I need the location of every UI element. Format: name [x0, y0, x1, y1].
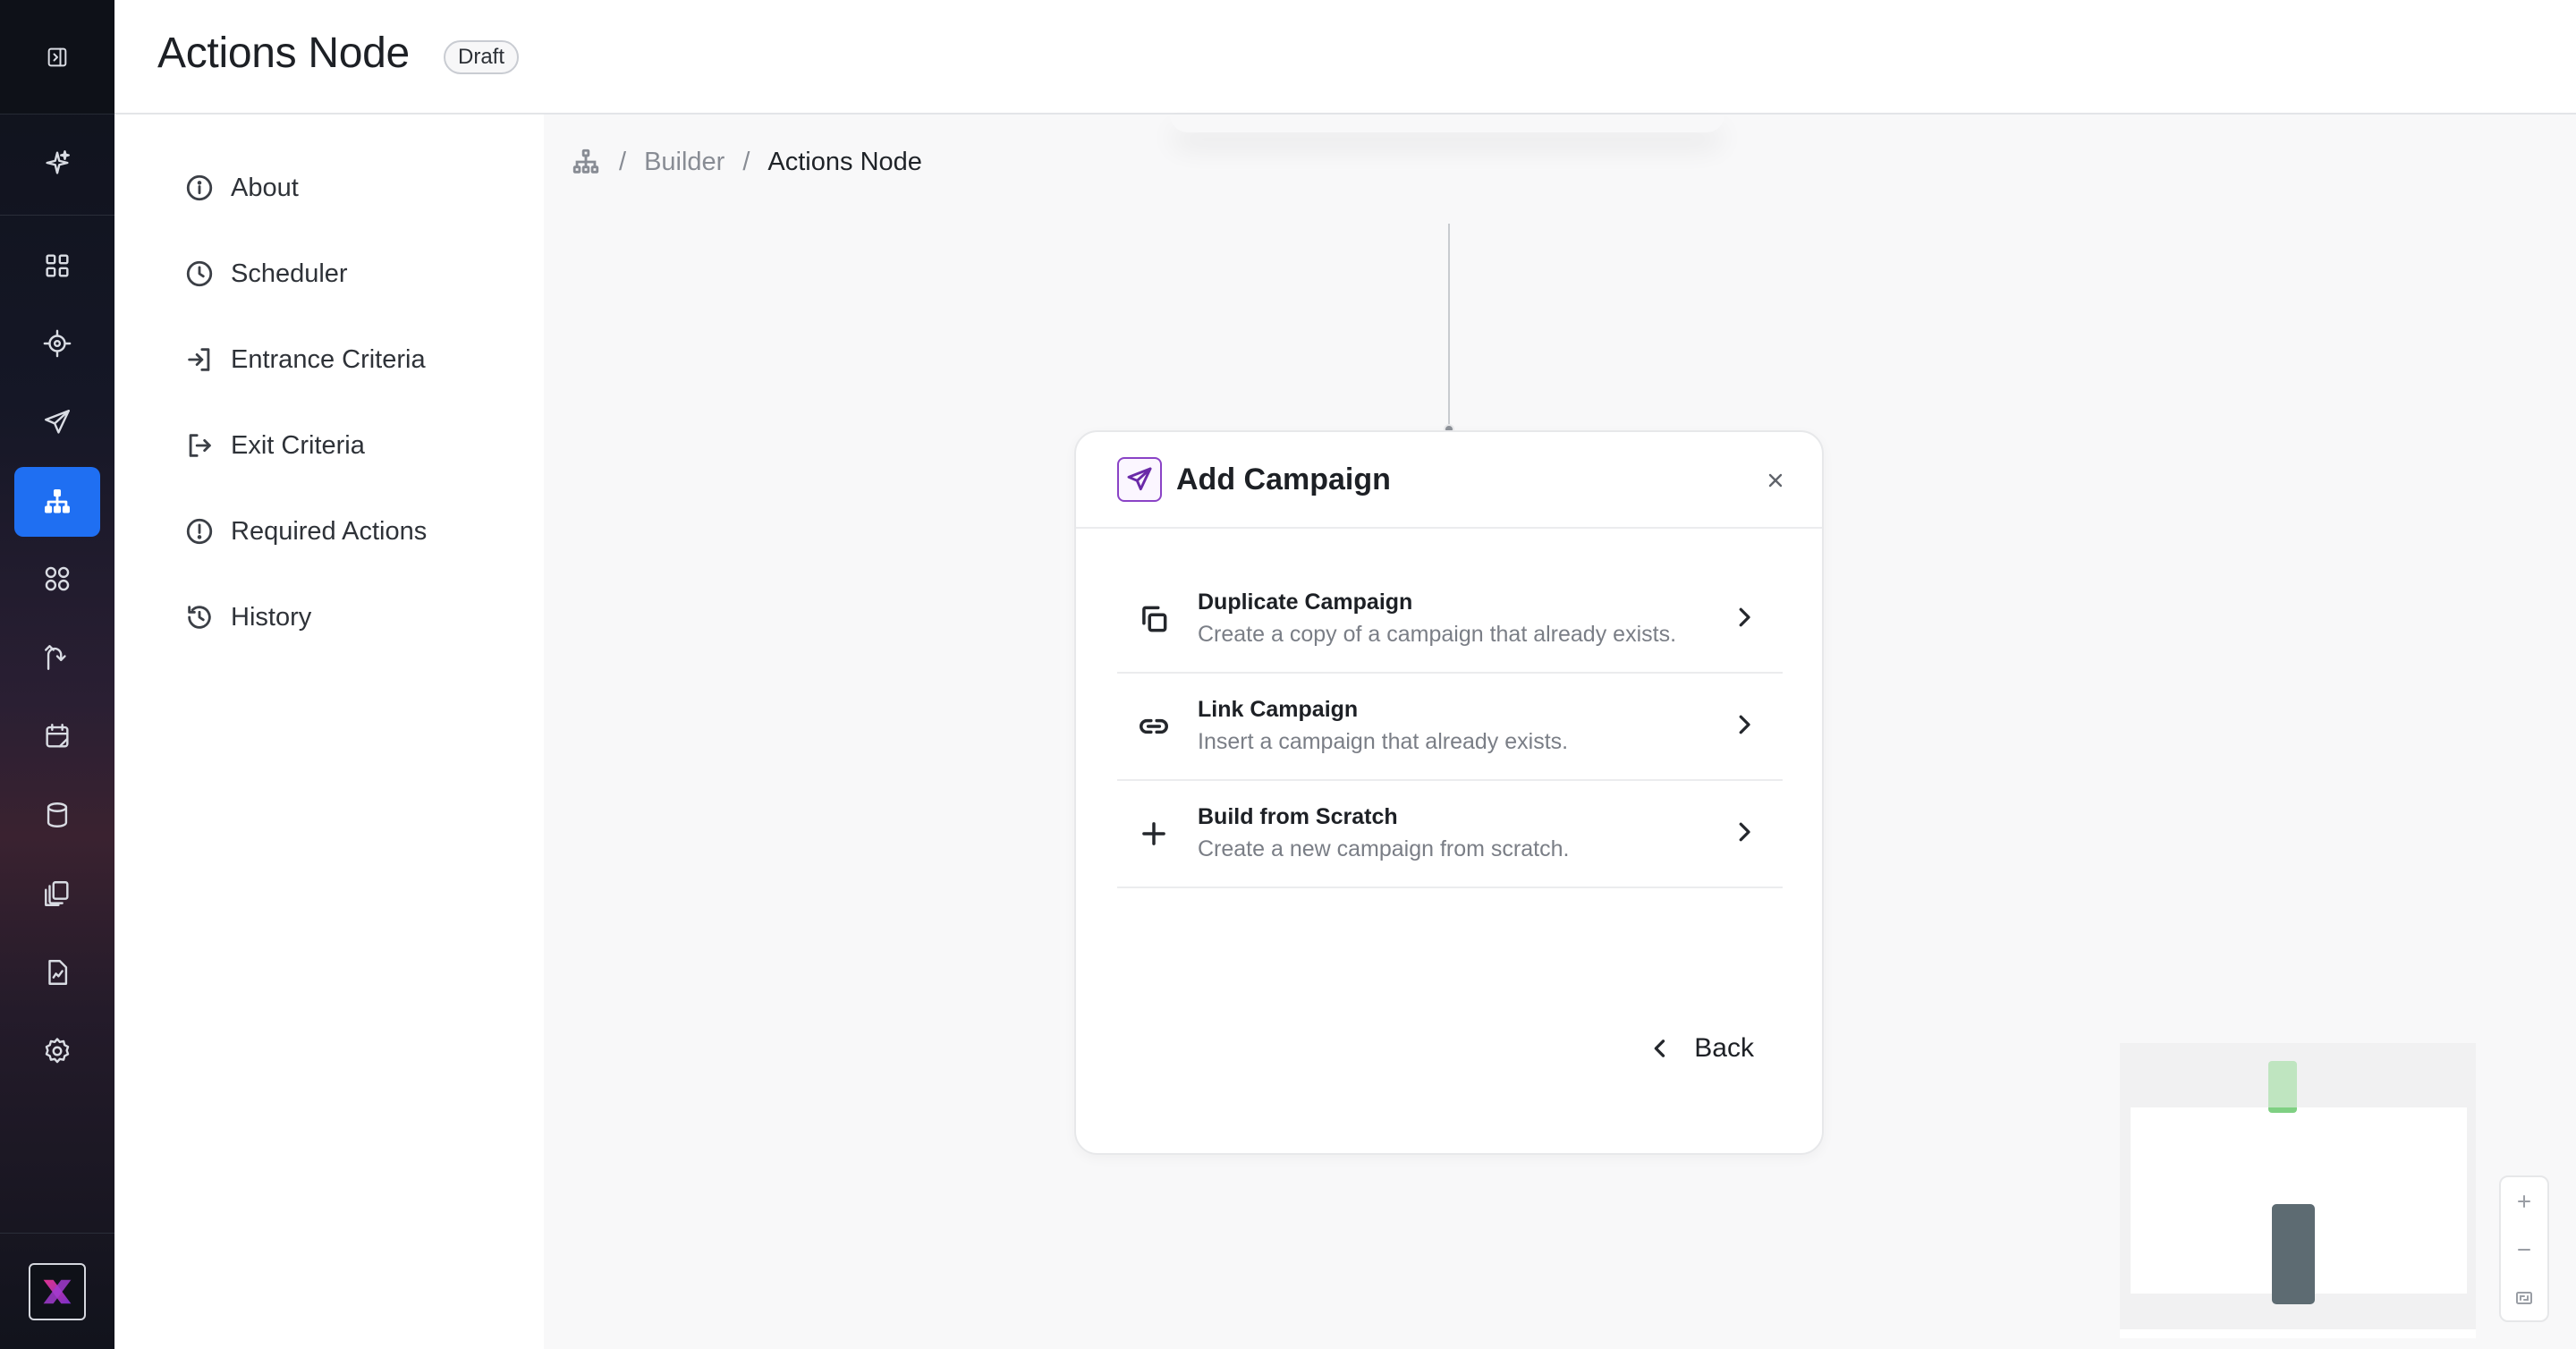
sidebar-toggle-button[interactable]	[14, 22, 100, 92]
rail-item-dashboard[interactable]	[14, 231, 100, 301]
nav-item-about[interactable]: About	[184, 166, 299, 209]
target-icon	[43, 329, 72, 358]
info-icon	[186, 174, 213, 201]
rail-item-settings[interactable]	[14, 1016, 100, 1086]
breadcrumb-separator: /	[742, 147, 750, 176]
rail-item-campaigns[interactable]	[14, 387, 100, 457]
alert-circle-icon	[186, 518, 213, 545]
breadcrumb-builder-link[interactable]: Builder	[644, 148, 724, 177]
chevron-left-icon	[1654, 1039, 1665, 1057]
previous-node-card[interactable]	[1170, 115, 1724, 132]
campaign-icon-badge	[1117, 457, 1162, 502]
rail-item-journeys[interactable]	[14, 467, 100, 537]
option-description: Create a new campaign from scratch.	[1198, 836, 1570, 861]
rail-item-data[interactable]	[14, 780, 100, 850]
report-icon	[48, 960, 68, 985]
nav-item-label: History	[231, 602, 312, 632]
chevron-right-icon	[1739, 715, 1750, 734]
settings-icon	[45, 1038, 70, 1064]
minimap-node	[2272, 1204, 2315, 1304]
app-rail	[0, 0, 114, 1349]
option-title: Link Campaign	[1198, 697, 1359, 722]
nav-item-label: About	[231, 173, 299, 202]
sparkle-icon	[46, 150, 70, 174]
option-title: Duplicate Campaign	[1198, 590, 1413, 615]
minimap-scrollbar[interactable]	[2120, 1329, 2476, 1338]
option-link-campaign[interactable]: Link Campaign Insert a campaign that alr…	[1117, 674, 1783, 781]
nav-item-scheduler[interactable]: Scheduler	[184, 252, 348, 295]
zoom-out-button[interactable]	[2501, 1226, 2547, 1274]
option-build-from-scratch[interactable]: Build from Scratch Create a new campaign…	[1117, 781, 1783, 888]
hierarchy-icon	[45, 489, 70, 513]
nav-item-label: Required Actions	[231, 516, 428, 546]
panel-title: Add Campaign	[1176, 462, 1391, 496]
login-icon	[188, 348, 210, 371]
minimap-viewport[interactable]	[2131, 1107, 2467, 1304]
page-title: Actions Node	[157, 30, 410, 77]
nav-item-entrance-criteria[interactable]: Entrance Criteria	[184, 338, 426, 381]
history-icon	[188, 606, 211, 629]
brand-logo[interactable]	[29, 1263, 86, 1320]
close-icon	[1768, 473, 1783, 488]
chevron-right-icon	[1739, 607, 1750, 627]
fit-view-icon	[2516, 1292, 2532, 1304]
logout-icon	[189, 434, 211, 457]
copy-icon	[1142, 606, 1167, 632]
nav-item-exit-criteria[interactable]: Exit Criteria	[184, 424, 365, 467]
plus-icon	[1142, 822, 1165, 845]
link-icon	[1140, 718, 1168, 734]
minimap[interactable]	[2120, 1043, 2476, 1338]
nav-item-label: Entrance Criteria	[231, 344, 426, 374]
hierarchy-icon[interactable]	[571, 147, 601, 177]
back-button[interactable]: Back	[1648, 1033, 1754, 1064]
database-icon	[47, 802, 68, 827]
rail-item-targeting[interactable]	[14, 309, 100, 378]
minimap-node	[2268, 1061, 2297, 1113]
rail-item-reports[interactable]	[14, 938, 100, 1007]
node-connector	[1448, 224, 1450, 429]
nav-item-required-actions[interactable]: Required Actions	[184, 510, 427, 553]
option-title: Build from Scratch	[1198, 804, 1398, 829]
panel-header: Add Campaign	[1076, 432, 1822, 529]
rail-item-components[interactable]	[14, 544, 100, 614]
node-settings-nav: About Scheduler Entrance Criteria Exit C…	[114, 115, 544, 1349]
builder-canvas[interactable]: / Builder / Actions Node Add Campaign Du…	[544, 115, 2576, 1349]
rail-item-calendar[interactable]	[14, 701, 100, 771]
zoom-controls	[2499, 1175, 2549, 1322]
sidebar-expand-icon	[47, 47, 67, 67]
nav-item-label: Scheduler	[231, 259, 348, 288]
send-icon	[45, 410, 70, 434]
breadcrumb: / Builder / Actions Node	[571, 147, 922, 177]
brand-x-logo	[43, 1279, 72, 1304]
zoom-in-icon	[2518, 1195, 2530, 1208]
option-duplicate-campaign[interactable]: Duplicate Campaign Create a copy of a ca…	[1117, 566, 1783, 674]
close-button[interactable]	[1761, 466, 1790, 495]
nav-item-label: Exit Criteria	[231, 430, 365, 460]
breadcrumb-current: Actions Node	[767, 147, 922, 176]
chevron-right-icon	[1739, 822, 1750, 842]
shapes-icon	[45, 566, 70, 591]
fit-view-button[interactable]	[2501, 1274, 2547, 1322]
zoom-in-button[interactable]	[2501, 1177, 2547, 1226]
clock-icon	[186, 260, 213, 287]
rail-item-ai[interactable]	[14, 128, 100, 198]
page-header: Actions Node Draft	[114, 0, 2576, 115]
library-icon	[45, 881, 69, 906]
add-campaign-panel: Add Campaign Duplicate Campaign Create a…	[1074, 430, 1824, 1155]
send-icon	[1127, 467, 1152, 491]
dashboard-grid-icon	[46, 254, 69, 277]
journey-icon	[45, 645, 66, 670]
zoom-out-icon	[2518, 1249, 2530, 1251]
back-button-label: Back	[1694, 1033, 1754, 1063]
option-description: Create a copy of a campaign that already…	[1198, 622, 1677, 647]
rail-item-flows[interactable]	[14, 623, 100, 692]
option-description: Insert a campaign that already exists.	[1198, 729, 1569, 754]
calendar-icon	[46, 724, 69, 748]
nav-item-history[interactable]: History	[184, 596, 311, 639]
rail-item-library[interactable]	[14, 859, 100, 929]
breadcrumb-separator: /	[619, 147, 627, 176]
status-badge: Draft	[444, 40, 520, 74]
